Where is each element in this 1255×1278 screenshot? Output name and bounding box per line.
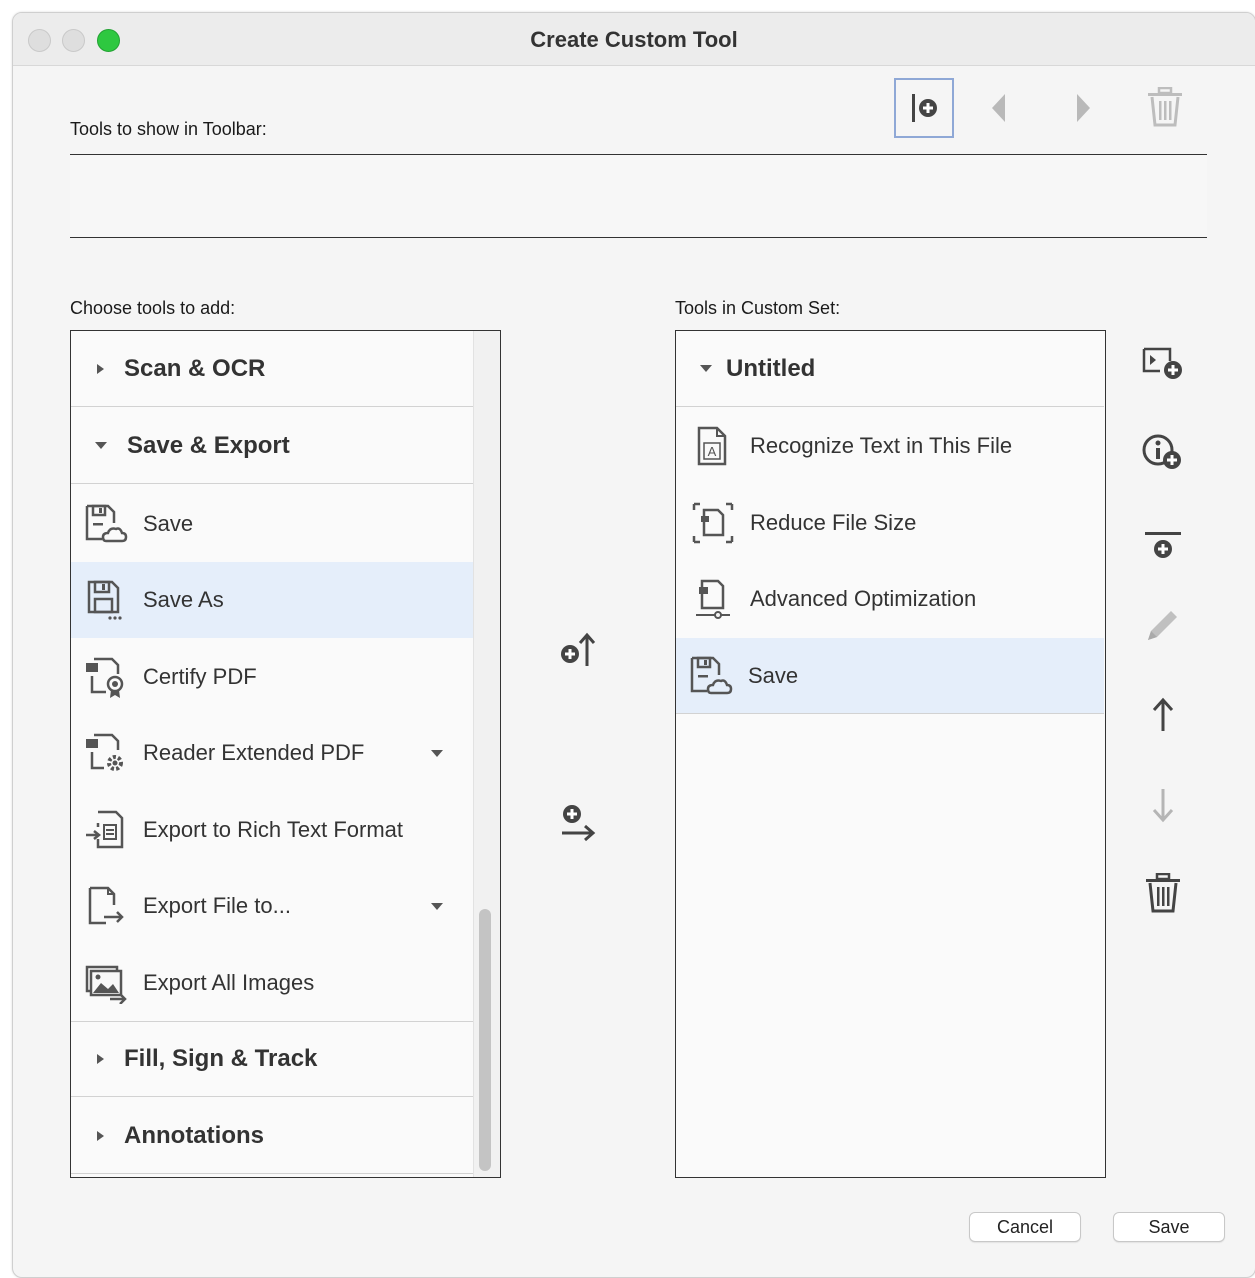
move-down-button[interactable] (1133, 775, 1193, 835)
add-info-button[interactable] (1133, 423, 1193, 483)
add-divider-button[interactable] (1133, 515, 1193, 575)
tool-item-label: Reader Extended PDF (143, 740, 365, 765)
tool-item-certify-pdf[interactable]: Certify PDF (71, 639, 473, 715)
tool-item-label: Save As (143, 587, 224, 612)
advanced-optimization-icon (690, 576, 736, 622)
tool-item-export-rtf[interactable]: Export to Rich Text Format (71, 792, 473, 868)
tool-item-export-all-images[interactable]: Export All Images (71, 945, 473, 1021)
tool-item-save-as[interactable]: Save As (71, 562, 473, 638)
create-custom-tool-dialog: Create Custom Tool Tools to show in Tool… (12, 12, 1255, 1278)
arrow-up-icon (1152, 697, 1174, 731)
custom-item-recognize-text[interactable]: A Recognize Text in This File (676, 408, 1104, 484)
expand-triangle-icon (97, 1054, 104, 1064)
svg-text:A: A (708, 444, 717, 459)
group-annotations[interactable]: Annotations (71, 1098, 473, 1174)
title-bar: Create Custom Tool (13, 13, 1255, 66)
rename-button[interactable] (1133, 595, 1193, 655)
cancel-button[interactable]: Cancel (969, 1212, 1081, 1242)
add-up-arrow-icon (561, 632, 596, 666)
tool-item-label: Save (143, 511, 194, 536)
delete-toolbar-item-button[interactable] (1143, 85, 1187, 129)
collapse-triangle-icon (95, 442, 107, 449)
expand-triangle-icon (97, 363, 104, 374)
custom-item-save[interactable]: Save (676, 638, 1104, 714)
custom-item-advanced-optimization[interactable]: Advanced Optimization (676, 561, 1104, 637)
pencil-icon (1148, 611, 1177, 640)
custom-item-reduce-file-size[interactable]: Reduce File Size (676, 485, 1104, 561)
certify-pdf-icon (83, 654, 129, 700)
tool-item-label: Certify PDF (143, 664, 257, 689)
tool-item-label: Export to Rich Text Format (143, 817, 404, 842)
group-untitled[interactable]: Untitled (676, 331, 1104, 407)
triangle-right-icon (1077, 94, 1090, 122)
tool-item-label: Advanced Optimization (750, 586, 977, 611)
dropdown-arrow-icon[interactable] (431, 902, 443, 910)
export-images-icon (83, 960, 129, 1006)
window-title: Create Custom Tool (530, 27, 738, 52)
tool-item-label: Export File to... (143, 893, 291, 918)
scrollbar-thumb[interactable] (479, 909, 491, 1171)
group-label: Scan & OCR (124, 354, 266, 382)
tool-item-label: Recognize Text in This File (750, 433, 1013, 458)
toolbar-section-label: Tools to show in Toolbar: (70, 119, 267, 139)
add-to-custom-set-button[interactable] (548, 793, 608, 853)
choose-tools-list[interactable]: Scan & OCR Save & Export Save Save As Ce… (70, 330, 501, 1178)
move-up-button[interactable] (1133, 685, 1193, 745)
trash-icon (1146, 873, 1180, 913)
add-separator-icon (912, 94, 937, 122)
delete-custom-item-button[interactable] (1133, 863, 1193, 923)
export-rtf-icon (83, 807, 129, 853)
group-label: Save & Export (127, 431, 290, 459)
export-file-icon (83, 883, 129, 929)
new-panel-button[interactable] (1133, 333, 1193, 393)
collapse-triangle-icon (700, 365, 712, 372)
tool-item-reader-extended-pdf[interactable]: Reader Extended PDF (71, 715, 473, 791)
add-separator-button[interactable] (894, 78, 954, 138)
expand-triangle-icon (97, 1130, 104, 1141)
info-add-icon (1142, 434, 1181, 469)
triangle-left-icon (992, 94, 1005, 122)
tool-item-label: Reduce File Size (750, 510, 917, 535)
reader-extended-pdf-icon (83, 730, 129, 776)
custom-set-label: Tools in Custom Set: (675, 298, 841, 318)
dropdown-arrow-icon[interactable] (431, 749, 443, 757)
reduce-file-size-icon (690, 500, 736, 546)
move-left-button[interactable] (979, 88, 1019, 128)
add-divider-icon (1145, 532, 1181, 558)
add-right-arrow-icon (562, 805, 596, 842)
save-cloud-icon (688, 653, 734, 699)
tool-item-save[interactable]: Save (71, 486, 473, 562)
tool-item-export-file[interactable]: Export File to... (71, 868, 473, 944)
choose-tools-label: Choose tools to add: (70, 298, 236, 318)
save-as-icon (83, 577, 129, 623)
move-right-button[interactable] (1063, 88, 1103, 128)
custom-set-list[interactable]: Untitled A Recognize Text in This File R… (675, 330, 1106, 1178)
add-to-toolbar-button[interactable] (548, 620, 608, 680)
trash-icon (1148, 87, 1182, 127)
arrow-down-icon (1152, 789, 1174, 823)
tool-item-label: Export All Images (143, 970, 315, 995)
group-scan-ocr[interactable]: Scan & OCR (71, 331, 473, 407)
add-panel-icon (1142, 347, 1182, 379)
group-label: Untitled (726, 354, 816, 382)
group-label: Annotations (124, 1121, 264, 1149)
group-label: Fill, Sign & Track (124, 1045, 318, 1072)
group-save-export[interactable]: Save & Export (71, 408, 473, 484)
toolbar-tools-area[interactable] (70, 154, 1207, 238)
tool-item-label: Save (748, 662, 799, 688)
save-cloud-icon (83, 501, 129, 547)
save-button[interactable]: Save (1113, 1212, 1225, 1242)
recognize-text-icon: A (690, 423, 736, 469)
group-fill-sign-track[interactable]: Fill, Sign & Track (71, 1021, 473, 1097)
